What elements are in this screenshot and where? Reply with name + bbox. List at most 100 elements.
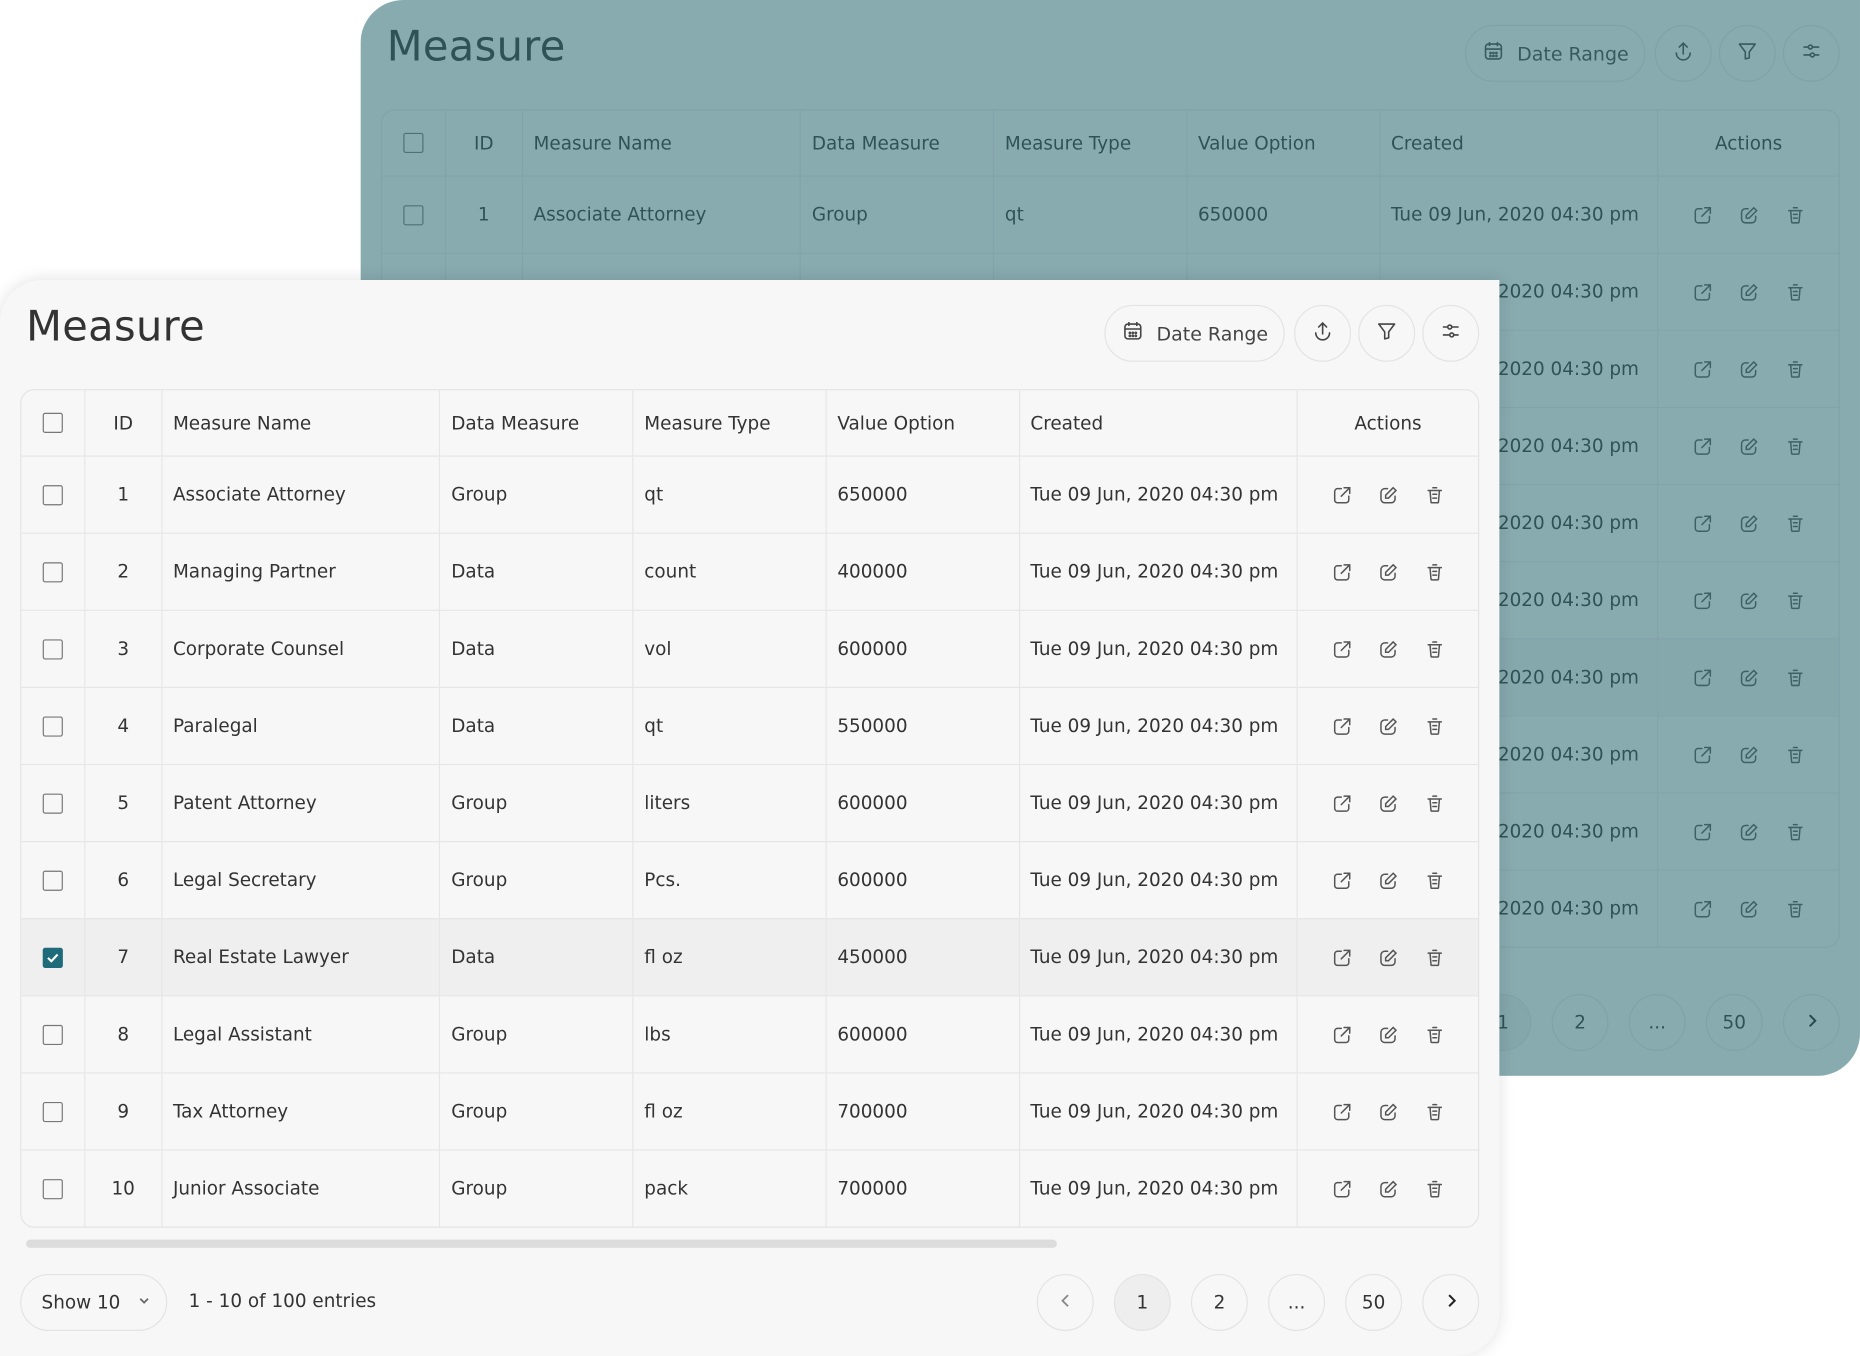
filter-button[interactable] [1358, 304, 1416, 362]
table-row[interactable]: 3Corporate CounselDatavol600000Tue 09 Ju… [21, 609, 1479, 687]
delete-icon[interactable] [1423, 560, 1446, 583]
edit-icon[interactable] [1377, 792, 1400, 815]
open-external-icon[interactable] [1330, 869, 1353, 892]
edit-icon[interactable] [1737, 743, 1760, 766]
table-row[interactable]: 2Managing PartnerDatacount400000Tue 09 J… [21, 532, 1479, 610]
edit-icon[interactable] [1737, 281, 1760, 304]
page-button[interactable]: 50 [1345, 1274, 1403, 1331]
column-header[interactable]: Data Measure [441, 390, 634, 456]
page-size-select[interactable]: Show 10 [20, 1274, 168, 1331]
table-row[interactable]: 8Legal AssistantGrouplbs600000Tue 09 Jun… [21, 995, 1479, 1073]
next-page-button[interactable] [1422, 1274, 1480, 1331]
next-page-button[interactable] [1782, 994, 1840, 1051]
settings-button[interactable] [1782, 24, 1840, 82]
settings-button[interactable] [1422, 304, 1480, 362]
edit-icon[interactable] [1377, 715, 1400, 738]
row-checkbox[interactable] [42, 1101, 63, 1122]
edit-icon[interactable] [1377, 483, 1400, 506]
open-external-icon[interactable] [1330, 638, 1353, 661]
table-row[interactable]: 10Junior AssociateGrouppack700000Tue 09 … [21, 1149, 1479, 1227]
open-external-icon[interactable] [1330, 483, 1353, 506]
delete-icon[interactable] [1423, 869, 1446, 892]
open-external-icon[interactable] [1330, 792, 1353, 815]
column-header[interactable]: Created [1380, 110, 1659, 176]
row-checkbox[interactable] [42, 870, 63, 891]
open-external-icon[interactable] [1330, 715, 1353, 738]
column-header[interactable]: Measure Name [162, 390, 441, 456]
table-row[interactable]: 7Real Estate LawyerDatafl oz450000Tue 09… [21, 918, 1479, 996]
delete-icon[interactable] [1784, 589, 1807, 612]
column-header[interactable]: Measure Type [634, 390, 827, 456]
previous-page-button[interactable] [1036, 1274, 1094, 1331]
edit-icon[interactable] [1737, 203, 1760, 226]
row-checkbox[interactable] [42, 1024, 63, 1045]
page-button[interactable]: ... [1628, 994, 1686, 1051]
page-button[interactable]: 2 [1190, 1274, 1248, 1331]
row-checkbox[interactable] [42, 561, 63, 582]
select-all-checkbox[interactable] [403, 132, 424, 154]
edit-icon[interactable] [1737, 589, 1760, 612]
edit-icon[interactable] [1377, 638, 1400, 661]
edit-icon[interactable] [1377, 869, 1400, 892]
row-checkbox[interactable] [42, 484, 63, 505]
open-external-icon[interactable] [1691, 281, 1714, 304]
delete-icon[interactable] [1784, 203, 1807, 226]
edit-icon[interactable] [1737, 512, 1760, 535]
open-external-icon[interactable] [1330, 560, 1353, 583]
row-checkbox[interactable] [42, 715, 63, 737]
open-external-icon[interactable] [1691, 512, 1714, 535]
delete-icon[interactable] [1784, 897, 1807, 920]
column-header[interactable]: Measure Name [523, 110, 802, 176]
edit-icon[interactable] [1377, 560, 1400, 583]
row-checkbox[interactable] [42, 947, 63, 968]
open-external-icon[interactable] [1691, 666, 1714, 689]
edit-icon[interactable] [1737, 897, 1760, 920]
open-external-icon[interactable] [1691, 358, 1714, 381]
column-header[interactable]: Value Option [1187, 110, 1381, 176]
column-header[interactable]: Data Measure [801, 110, 995, 176]
table-row[interactable]: 9Tax AttorneyGroupfl oz700000Tue 09 Jun,… [21, 1072, 1479, 1150]
open-external-icon[interactable] [1330, 1177, 1353, 1200]
open-external-icon[interactable] [1691, 435, 1714, 458]
column-header[interactable]: Measure Type [994, 110, 1188, 176]
delete-icon[interactable] [1423, 792, 1446, 815]
select-all-checkbox[interactable] [42, 412, 63, 433]
page-button[interactable]: 2 [1551, 994, 1609, 1051]
row-checkbox[interactable] [403, 204, 424, 225]
export-button[interactable] [1294, 304, 1352, 362]
row-checkbox[interactable] [42, 638, 63, 659]
open-external-icon[interactable] [1691, 820, 1714, 843]
column-header[interactable]: Value Option [827, 390, 1020, 456]
delete-icon[interactable] [1423, 1023, 1446, 1046]
delete-icon[interactable] [1784, 820, 1807, 843]
open-external-icon[interactable] [1691, 589, 1714, 612]
open-external-icon[interactable] [1330, 1023, 1353, 1046]
column-header[interactable]: Created [1020, 390, 1299, 456]
table-row[interactable]: 1 Associate Attorney Group qt 650000 Tue 09 J… [21, 455, 1479, 533]
row-checkbox[interactable] [42, 792, 63, 814]
delete-icon[interactable] [1423, 946, 1446, 969]
edit-icon[interactable] [1737, 820, 1760, 843]
table-row[interactable]: 5Patent AttorneyGroupliters600000Tue 09 … [21, 763, 1479, 842]
edit-icon[interactable] [1377, 1177, 1400, 1200]
delete-icon[interactable] [1784, 743, 1807, 766]
open-external-icon[interactable] [1691, 203, 1714, 226]
date-range-button[interactable]: Date Range [1464, 24, 1646, 82]
delete-icon[interactable] [1423, 483, 1446, 506]
column-header[interactable]: ID [446, 110, 523, 176]
horizontal-scrollbar[interactable] [26, 1239, 1057, 1248]
row-checkbox[interactable] [42, 1178, 63, 1199]
table-row[interactable]: 4ParalegalDataqt550000Tue 09 Jun, 2020 0… [21, 686, 1479, 764]
delete-icon[interactable] [1423, 1177, 1446, 1200]
edit-icon[interactable] [1377, 1023, 1400, 1046]
column-header[interactable]: ID [85, 390, 163, 456]
open-external-icon[interactable] [1330, 1100, 1353, 1123]
filter-button[interactable] [1718, 24, 1776, 82]
delete-icon[interactable] [1423, 1100, 1446, 1123]
edit-icon[interactable] [1377, 1100, 1400, 1123]
delete-icon[interactable] [1784, 435, 1807, 458]
page-button[interactable]: ... [1268, 1274, 1326, 1331]
table-row[interactable]: 1 Associate Attorney Group qt 650000 Tue 09 J… [381, 175, 1839, 253]
edit-icon[interactable] [1377, 946, 1400, 969]
date-range-button[interactable]: Date Range [1104, 304, 1285, 362]
